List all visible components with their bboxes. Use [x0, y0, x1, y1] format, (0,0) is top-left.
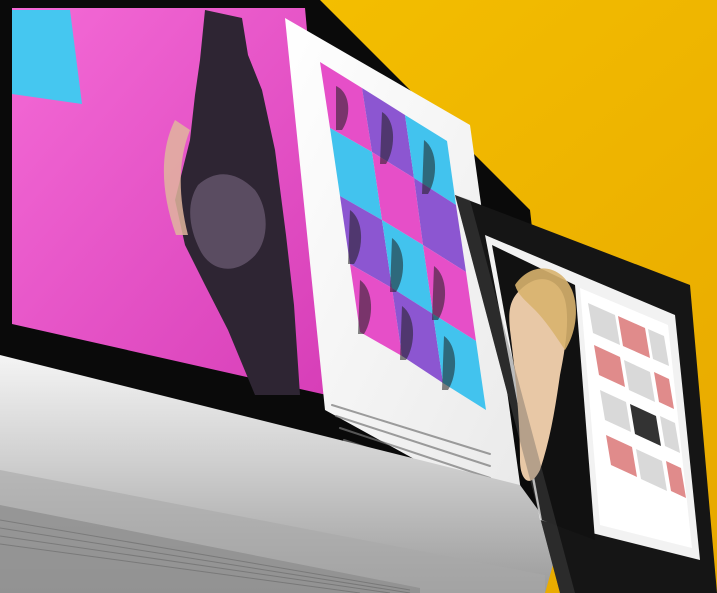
photo-scene — [0, 0, 717, 593]
screen-cyan-accent — [12, 10, 82, 104]
photo-illustration — [0, 0, 717, 593]
